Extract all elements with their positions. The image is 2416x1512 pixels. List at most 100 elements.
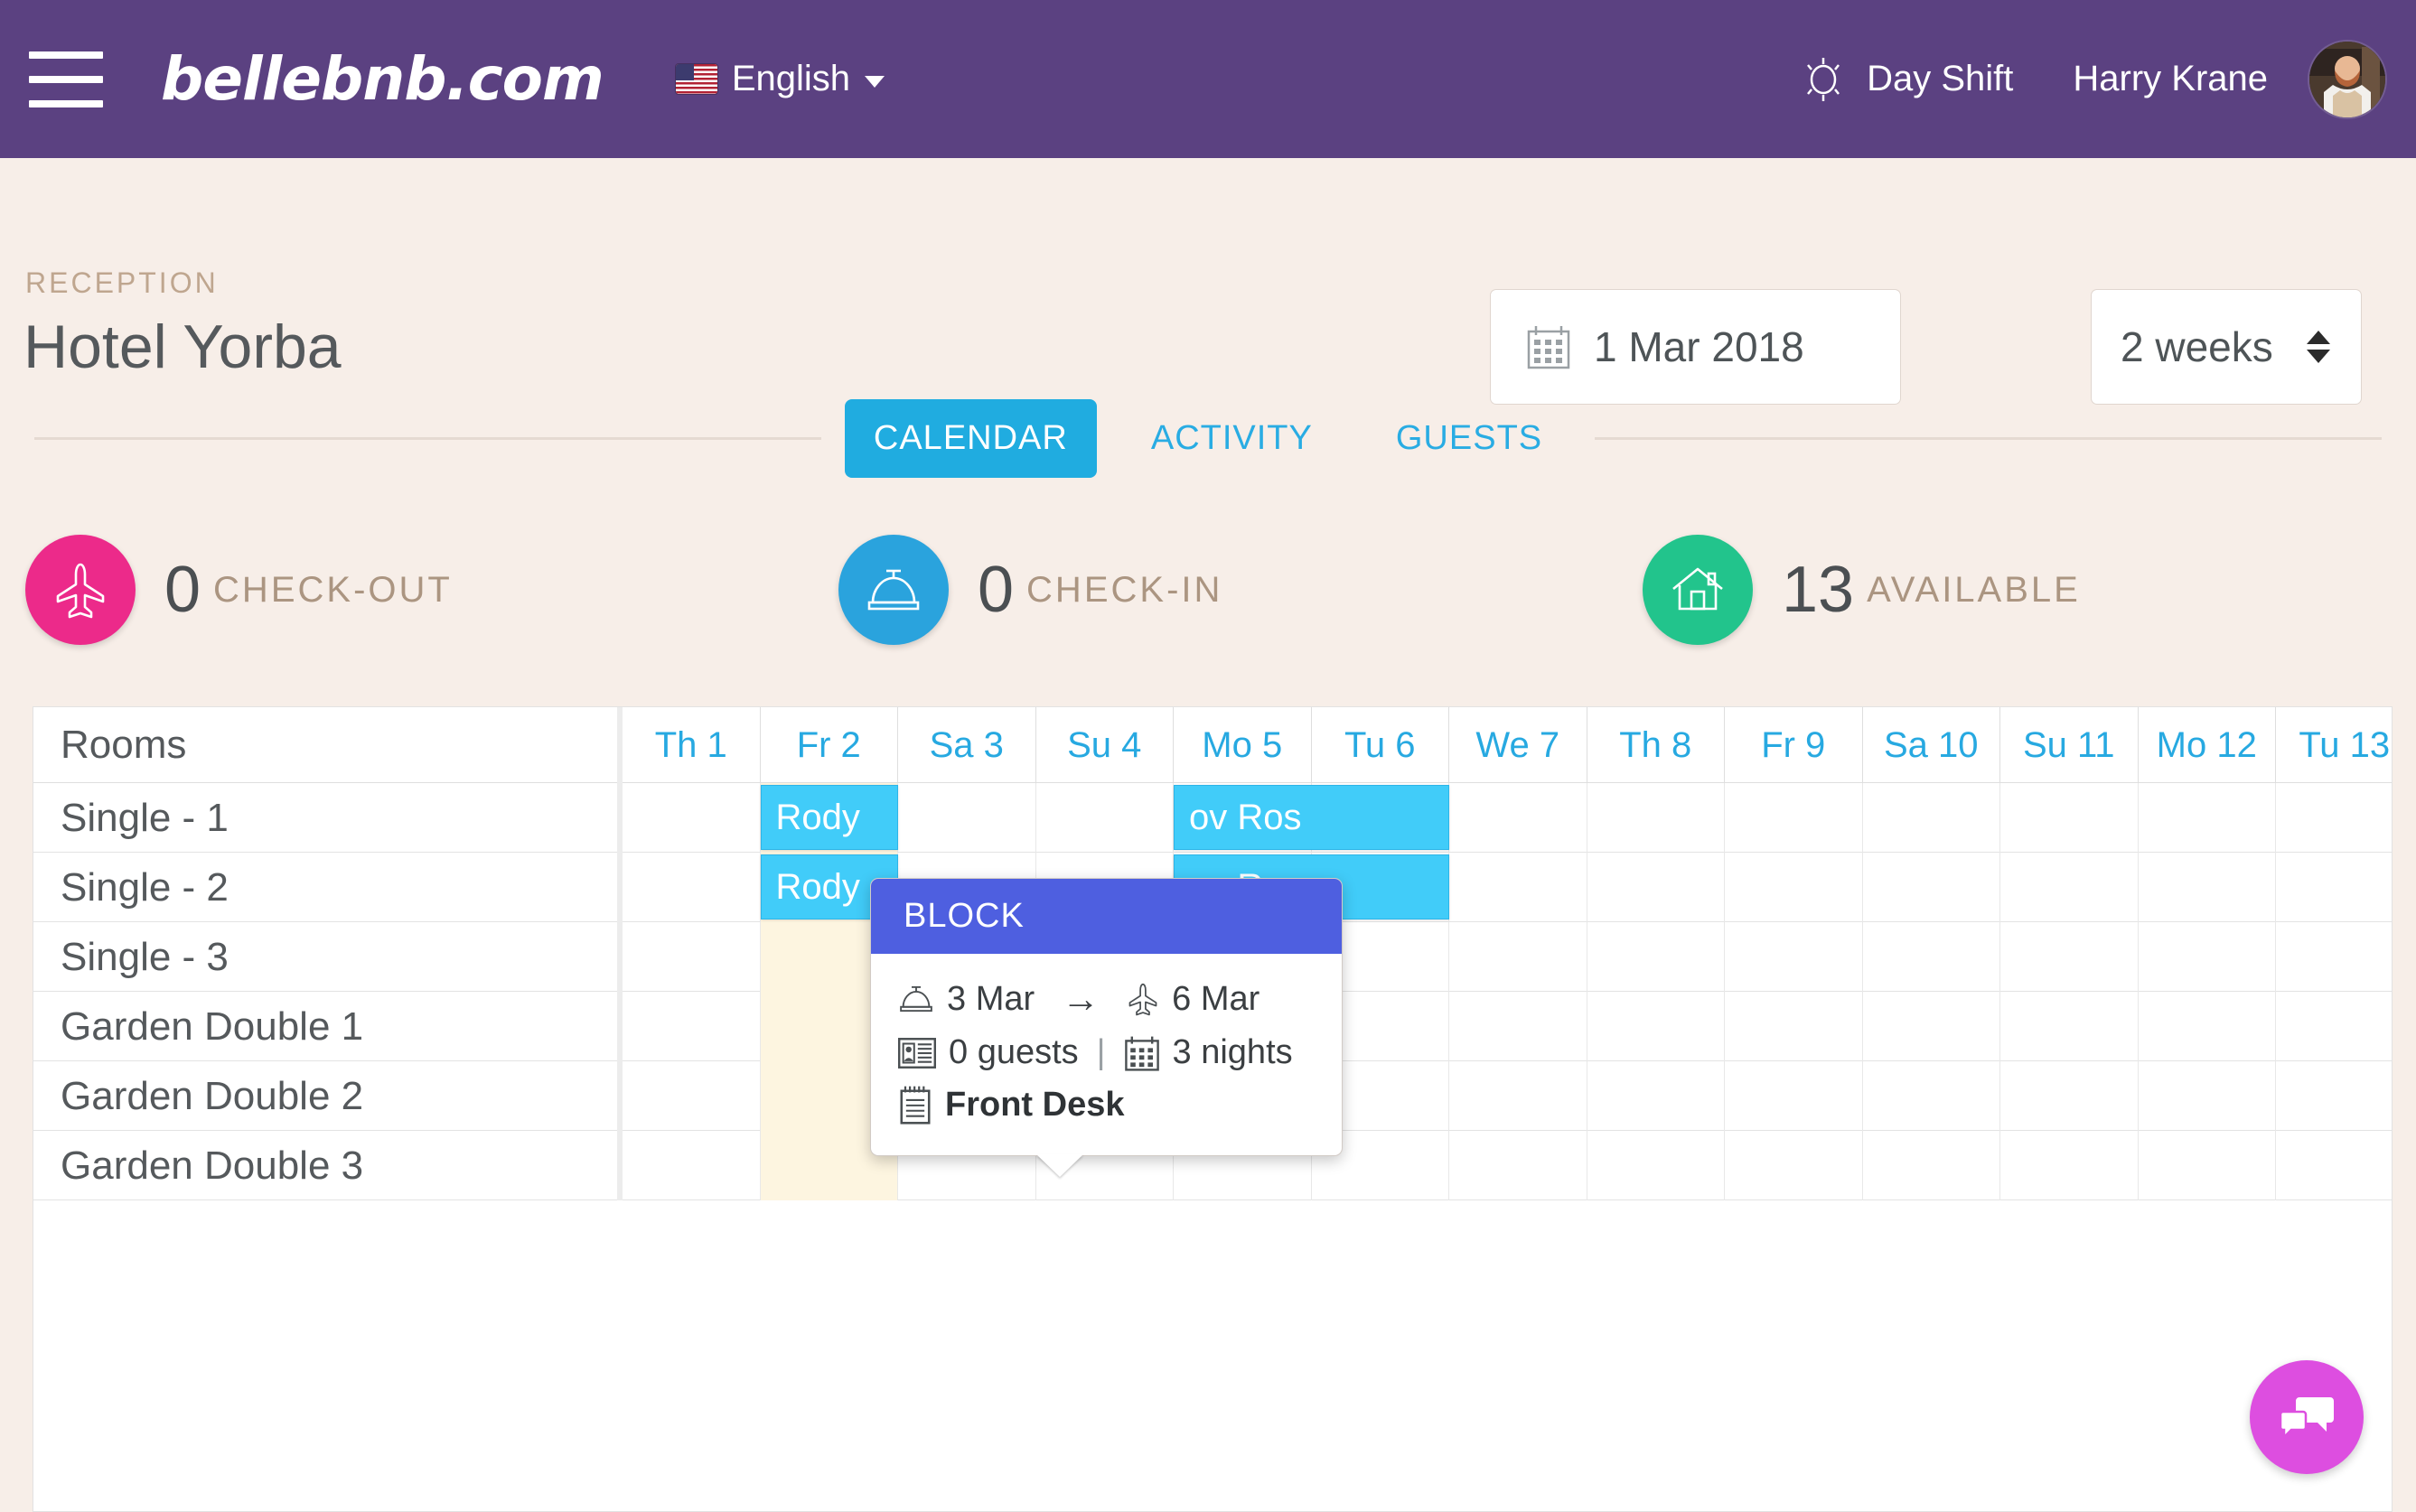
calendar-day-cell[interactable] <box>1725 992 1863 1061</box>
calendar-day-cell[interactable] <box>1863 1061 2000 1131</box>
calendar-day-cell[interactable] <box>1587 783 1725 853</box>
calendar-day-cell[interactable] <box>1587 1061 1725 1131</box>
day-column-header[interactable]: Fr 9 <box>1725 707 1863 783</box>
calendar-day-cell[interactable] <box>1863 922 2000 992</box>
calendar-day-cell[interactable] <box>2276 1131 2392 1200</box>
chevron-down-icon <box>865 76 885 88</box>
calendar-day-cell[interactable] <box>1863 853 2000 922</box>
calendar-day-cell[interactable] <box>623 922 761 992</box>
calendar-day-cell[interactable] <box>1449 1061 1587 1131</box>
calendar-day-cell[interactable] <box>1863 992 2000 1061</box>
calendar-day-cell[interactable] <box>2276 1061 2392 1131</box>
day-column-header[interactable]: Sa 3 <box>898 707 1036 783</box>
calendar-day-cell[interactable] <box>2276 992 2392 1061</box>
day-column-header[interactable]: Sa 10 <box>1863 707 2000 783</box>
day-column-header[interactable]: Fr 2 <box>761 707 898 783</box>
calendar-day-cell[interactable] <box>1587 853 1725 922</box>
room-name-cell[interactable]: Garden Double 3 <box>33 1131 623 1200</box>
airplane-icon <box>56 563 105 619</box>
calendar-day-cell[interactable] <box>2000 1061 2139 1131</box>
chat-button[interactable] <box>2250 1360 2364 1474</box>
day-column-header[interactable]: Su 4 <box>1036 707 1174 783</box>
room-name-cell[interactable]: Single - 1 <box>33 783 623 853</box>
calendar-day-cell[interactable] <box>1725 783 1863 853</box>
calendar-day-cell[interactable] <box>2139 992 2276 1061</box>
calendar-day-cell[interactable] <box>1725 853 1863 922</box>
calendar-day-cell[interactable] <box>1449 992 1587 1061</box>
day-column-header[interactable]: Mo 5 <box>1174 707 1312 783</box>
stat-check-out[interactable]: 0 CHECK-OUT <box>25 535 453 645</box>
room-name-cell[interactable]: Garden Double 2 <box>33 1061 623 1131</box>
calendar-day-cell[interactable] <box>623 853 761 922</box>
reservation-bar[interactable]: Rody <box>760 785 898 850</box>
calendar-day-cell[interactable] <box>623 783 761 853</box>
airplane-icon <box>1127 981 1159 1017</box>
calendar-day-cell[interactable] <box>1449 922 1587 992</box>
calendar-day-cell[interactable] <box>2139 1061 2276 1131</box>
calendar-day-cell[interactable] <box>2139 783 2276 853</box>
stat-available[interactable]: 13 AVAILABLE <box>1643 535 2081 645</box>
stepper-icon[interactable] <box>2307 331 2330 363</box>
stat-check-in[interactable]: 0 CHECK-IN <box>838 535 1222 645</box>
room-name-cell[interactable]: Garden Double 1 <box>33 992 623 1061</box>
day-column-header[interactable]: Mo 12 <box>2139 707 2276 783</box>
room-name-cell[interactable]: Single - 2 <box>33 853 623 922</box>
tab-group: CALENDAR ACTIVITY GUESTS <box>844 398 1571 478</box>
available-label: AVAILABLE <box>1867 569 2081 610</box>
tab-guests[interactable]: GUESTS <box>1367 399 1571 478</box>
calendar-day-cell[interactable] <box>1725 1061 1863 1131</box>
calendar-day-cell[interactable] <box>2276 853 2392 922</box>
calendar-day-cell[interactable] <box>898 783 1036 853</box>
calendar-day-cell[interactable] <box>2000 853 2139 922</box>
popover-title: BLOCK <box>871 879 1342 954</box>
calendar-day-cell[interactable] <box>623 992 761 1061</box>
reservation-label: ov Ros <box>1189 797 1302 837</box>
calendar-day-cell[interactable] <box>1725 922 1863 992</box>
house-icon <box>1672 567 1723 611</box>
calendar-day-cell[interactable] <box>1449 783 1587 853</box>
calendar-day-cell[interactable] <box>1725 1131 1863 1200</box>
day-column-header[interactable]: Tu 13 <box>2276 707 2392 783</box>
shift-selector[interactable]: Day Shift <box>1800 54 2013 105</box>
popover-separator: | <box>1096 1033 1106 1071</box>
calendar-day-cell[interactable] <box>2276 783 2392 853</box>
day-column-header[interactable]: Th 8 <box>1587 707 1725 783</box>
range-select[interactable]: 2 weeks <box>2091 289 2362 405</box>
date-picker[interactable]: 1 Mar 2018 <box>1490 289 1901 405</box>
room-name-cell[interactable]: Single - 3 <box>33 922 623 992</box>
calendar-day-cell[interactable] <box>2000 922 2139 992</box>
calendar-day-cell[interactable] <box>623 1061 761 1131</box>
calendar-day-cell[interactable] <box>2000 783 2139 853</box>
calendar-day-cell[interactable] <box>1587 922 1725 992</box>
hamburger-menu-icon[interactable] <box>29 51 103 107</box>
calendar-day-cell[interactable] <box>1587 1131 1725 1200</box>
tab-calendar[interactable]: CALENDAR <box>844 398 1097 478</box>
language-selector[interactable]: English <box>675 59 885 99</box>
tab-activity[interactable]: ACTIVITY <box>1122 399 1342 478</box>
calendar-day-cell[interactable] <box>2139 922 2276 992</box>
user-avatar-image <box>2309 41 2385 117</box>
calendar-day-cell[interactable] <box>1863 783 2000 853</box>
calendar-day-cell[interactable] <box>2000 1131 2139 1200</box>
avatar[interactable] <box>2309 41 2385 117</box>
page-title: Hotel Yorba <box>23 313 342 381</box>
reservation-bar[interactable]: ov Ros <box>1174 785 1449 850</box>
day-column-header[interactable]: We 7 <box>1449 707 1587 783</box>
calendar-day-cell[interactable] <box>1449 853 1587 922</box>
calendar-day-cell[interactable] <box>1863 1131 2000 1200</box>
calendar-day-cell[interactable] <box>2139 1131 2276 1200</box>
user-name[interactable]: Harry Krane <box>2073 59 2268 99</box>
calendar-day-cell[interactable] <box>2139 853 2276 922</box>
bell-icon <box>867 569 920 611</box>
day-column-header[interactable]: Su 11 <box>2000 707 2139 783</box>
available-count: 13 <box>1782 554 1855 626</box>
calendar-day-cell[interactable] <box>2276 922 2392 992</box>
brand-logo[interactable]: bellebnb.com <box>161 44 604 114</box>
calendar-day-cell[interactable] <box>2000 992 2139 1061</box>
calendar-day-cell[interactable] <box>1036 783 1174 853</box>
calendar-day-cell[interactable] <box>1449 1131 1587 1200</box>
day-column-header[interactable]: Tu 6 <box>1312 707 1449 783</box>
calendar-day-cell[interactable] <box>1587 992 1725 1061</box>
calendar-day-cell[interactable] <box>623 1131 761 1200</box>
day-column-header[interactable]: Th 1 <box>623 707 761 783</box>
